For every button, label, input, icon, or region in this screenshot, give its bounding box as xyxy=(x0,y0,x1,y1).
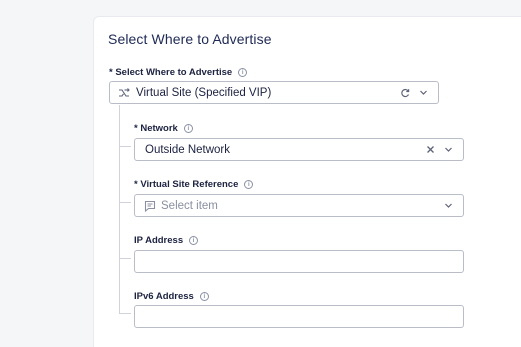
info-icon[interactable]: i xyxy=(189,236,199,245)
ip-address-label: IP Address i xyxy=(134,235,199,246)
refresh-icon[interactable] xyxy=(398,86,412,100)
ip-address-input[interactable] xyxy=(134,250,464,273)
route-icon xyxy=(117,86,131,100)
advertise-label-text: * Select Where to Advertise xyxy=(109,67,233,78)
chevron-down-icon[interactable] xyxy=(441,199,455,213)
tree-branch xyxy=(119,146,131,147)
tree-connector xyxy=(119,105,120,313)
advertise-panel: Select Where to Advertise * Select Where… xyxy=(93,16,521,347)
tree-branch xyxy=(119,202,131,203)
virtual-site-reference-label: * Virtual Site Reference i xyxy=(134,179,254,190)
network-value: Outside Network xyxy=(145,143,231,156)
network-select[interactable]: Outside Network xyxy=(134,138,464,161)
panel-title: Select Where to Advertise xyxy=(108,31,272,47)
tree-branch xyxy=(119,313,131,314)
tree-branch xyxy=(119,258,131,259)
advertise-value: Virtual Site (Specified VIP) xyxy=(136,86,272,99)
clear-icon[interactable] xyxy=(423,143,437,157)
list-icon xyxy=(143,199,157,213)
virtual-site-reference-placeholder: Select item xyxy=(161,199,218,212)
advertise-select[interactable]: Virtual Site (Specified VIP) xyxy=(109,81,439,104)
info-icon[interactable]: i xyxy=(244,180,254,189)
virtual-site-reference-select[interactable]: Select item xyxy=(134,194,464,217)
ipv6-address-input[interactable] xyxy=(134,305,464,328)
chevron-down-icon[interactable] xyxy=(416,86,430,100)
info-icon[interactable]: i xyxy=(238,68,248,77)
network-label-text: * Network xyxy=(134,123,178,134)
info-icon[interactable]: i xyxy=(199,292,209,301)
advertise-label: * Select Where to Advertise i xyxy=(109,67,248,78)
network-label: * Network i xyxy=(134,123,193,134)
virtual-site-reference-label-text: * Virtual Site Reference xyxy=(134,179,239,190)
chevron-down-icon[interactable] xyxy=(441,143,455,157)
ip-address-label-text: IP Address xyxy=(134,235,184,246)
ipv6-address-label: IPv6 Address i xyxy=(134,291,209,302)
info-icon[interactable]: i xyxy=(183,124,193,133)
ipv6-address-label-text: IPv6 Address xyxy=(134,291,194,302)
